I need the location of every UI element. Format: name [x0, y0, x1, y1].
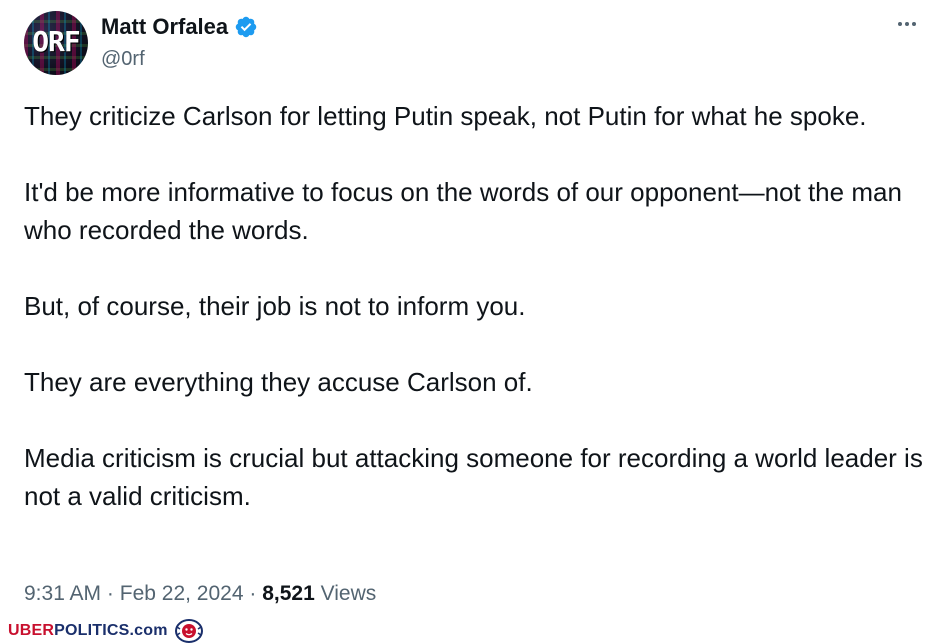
more-dot	[905, 22, 909, 26]
tweet-paragraph: They criticize Carlson for letting Putin…	[24, 101, 867, 131]
author-handle[interactable]: @0rf	[101, 47, 145, 71]
watermark-part-uber: UBER	[8, 622, 55, 639]
watermark-part-politics: POLITICS	[54, 622, 130, 639]
more-dot	[898, 22, 902, 26]
author-name-row: Matt Orfalea	[101, 13, 258, 41]
tweet-paragraph: Media criticism is crucial but attacking…	[24, 443, 923, 511]
views-label[interactable]: Views	[321, 582, 377, 605]
more-dot	[912, 22, 916, 26]
watermark-part-com: .com	[129, 622, 168, 639]
tweet-paragraph: But, of course, their job is not to info…	[24, 291, 526, 321]
tweet-date[interactable]: Feb 22, 2024	[120, 582, 244, 605]
tweet-text: They criticize Carlson for letting Putin…	[24, 97, 924, 515]
meta-separator: ·	[249, 582, 257, 605]
tweet-paragraph: It'd be more informative to focus on the…	[24, 177, 902, 245]
tweet-paragraph: They are everything they accuse Carlson …	[24, 367, 533, 397]
avatar[interactable]: ORF	[24, 11, 88, 75]
verified-badge-icon[interactable]	[234, 15, 258, 39]
more-options-icon[interactable]	[892, 12, 922, 36]
tweet-card: ORF Matt Orfalea @0rf They criticize Car…	[0, 0, 940, 644]
author-display-name[interactable]: Matt Orfalea	[101, 13, 228, 41]
watermark-text: UBERPOLITICS.com	[8, 622, 168, 640]
views-count[interactable]: 8,521	[262, 582, 315, 605]
watermark: UBERPOLITICS.com	[8, 619, 204, 643]
meta-separator: ·	[106, 582, 114, 605]
tweet-meta: 9:31 AM · Feb 22, 2024 · 8,521 Views	[24, 579, 376, 609]
tweet-time[interactable]: 9:31 AM	[24, 582, 101, 605]
lion-crest-icon	[174, 619, 203, 643]
avatar-label: ORF	[32, 25, 81, 58]
